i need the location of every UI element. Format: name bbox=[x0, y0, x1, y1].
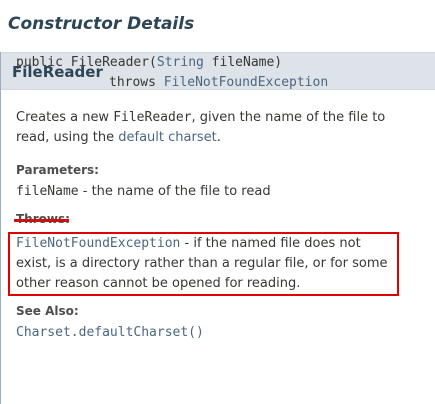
desc-pre: Creates a new bbox=[16, 110, 114, 125]
signature-prefix: public FileReader( bbox=[16, 55, 157, 70]
throws-keyword: throws bbox=[109, 75, 164, 90]
parameters-label: Parameters: bbox=[16, 163, 99, 177]
signature-param: fileName) bbox=[203, 55, 283, 70]
parameter-entry: fileName - the name of the file to read bbox=[16, 184, 271, 199]
param-name: fileName bbox=[16, 184, 79, 199]
see-also-entry: Charset.defaultCharset() bbox=[16, 325, 204, 340]
filenotfound-type-link[interactable]: FileNotFoundException bbox=[164, 75, 328, 90]
throws-entry: FileNotFoundException - if the named fil… bbox=[16, 234, 399, 294]
desc-code: FileReader bbox=[113, 110, 192, 125]
constructor-block: FileReader bbox=[0, 52, 435, 404]
default-charset-link[interactable]: default charset bbox=[118, 130, 216, 145]
param-desc: - the name of the file to read bbox=[78, 184, 271, 199]
section-heading: Constructor Details bbox=[8, 14, 195, 34]
member-description: Creates a new FileReader, given the name… bbox=[16, 108, 421, 148]
member-signature: public FileReader(String fileName) bbox=[16, 55, 282, 70]
desc-post: . bbox=[216, 130, 221, 145]
signature-throws: throws FileNotFoundException bbox=[109, 75, 328, 90]
throws-type-link[interactable]: FileNotFoundException bbox=[16, 236, 180, 251]
see-also-label: See Also: bbox=[16, 304, 79, 318]
strike-annotation bbox=[14, 219, 69, 222]
charset-defaultcharset-link[interactable]: Charset.defaultCharset() bbox=[16, 325, 204, 340]
string-type-link[interactable]: String bbox=[157, 55, 204, 70]
